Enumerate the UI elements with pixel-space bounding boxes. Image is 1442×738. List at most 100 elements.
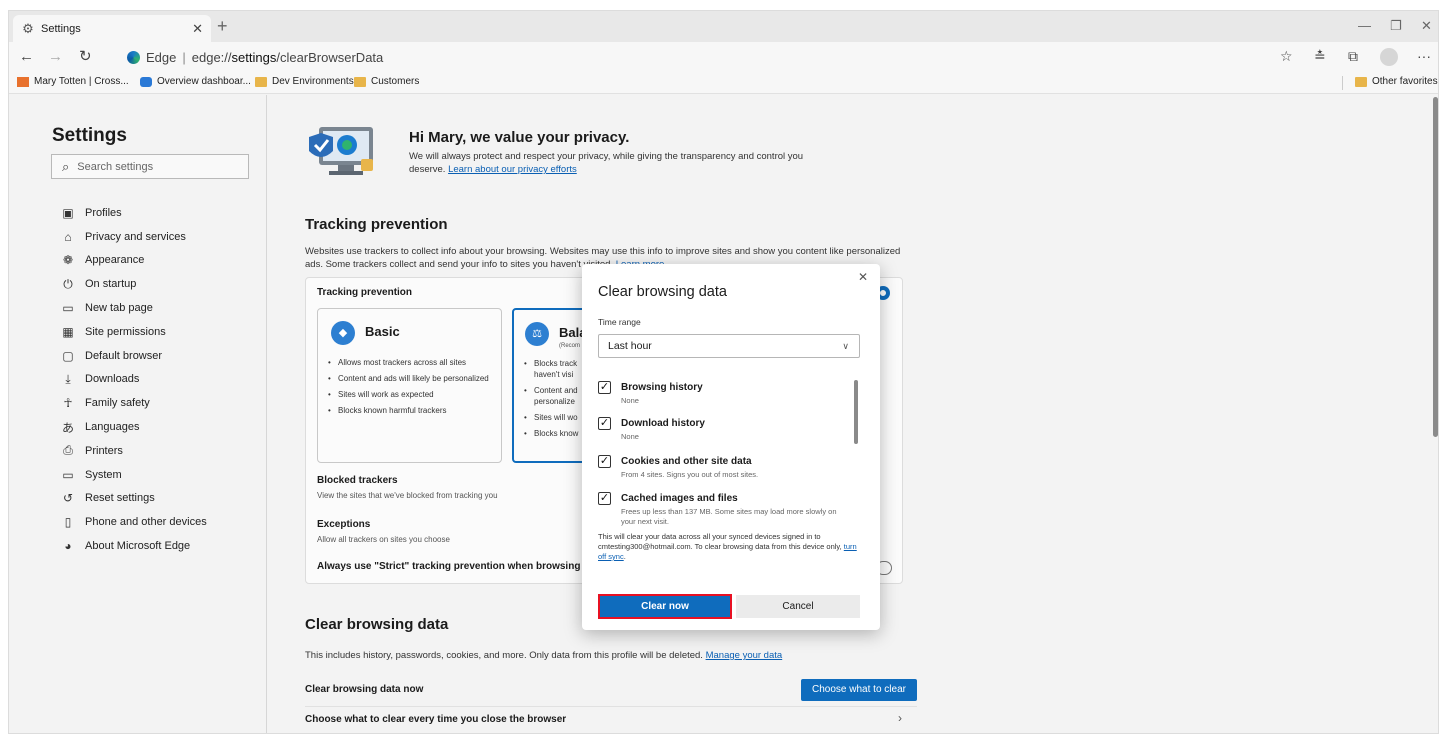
favorite-item[interactable]: Dev Environments: [255, 76, 354, 87]
basic-bullets: Allows most trackers across all sites Co…: [328, 357, 498, 421]
page-scrollbar[interactable]: [1433, 97, 1438, 437]
sidebar-item-label: Downloads: [85, 373, 140, 386]
search-input[interactable]: ⌕ Search settings: [51, 154, 249, 179]
sidebar-item-label: Printers: [85, 444, 123, 457]
sidebar-item-reset[interactable]: ↺ Reset settings: [61, 487, 261, 511]
back-button[interactable]: ←: [19, 48, 34, 66]
sidebar-item-label: Appearance: [85, 254, 145, 267]
collections-icon[interactable]: ⧉: [1348, 48, 1358, 65]
manage-data-link[interactable]: Manage your data: [706, 650, 783, 661]
sidebar-item-downloads[interactable]: ⤓ Downloads: [61, 368, 261, 392]
strict-mode-label: Always use "Strict" tracking prevention …: [317, 561, 586, 572]
address-separator: |: [182, 49, 186, 65]
checkbox-desc: Frees up less than 137 MB. Some sites ma…: [621, 507, 837, 526]
sync-note: This will clear your data across all you…: [598, 532, 864, 562]
checkbox-desc: From 4 sites. Signs you out of most site…: [621, 470, 759, 479]
profile-avatar[interactable]: [1380, 48, 1398, 66]
blocked-trackers-title[interactable]: Blocked trackers: [317, 475, 398, 486]
sidebar-item-privacy[interactable]: ⌂ Privacy and services: [61, 225, 261, 249]
close-tab-icon[interactable]: ✕: [192, 21, 203, 37]
system-icon: ▭: [62, 467, 74, 482]
tab-title: Settings: [41, 22, 81, 35]
sidebar-item-startup[interactable]: ⏻ On startup: [61, 272, 261, 296]
sidebar-item-site-permissions[interactable]: ▦ Site permissions: [61, 320, 261, 344]
clear-description: This includes history, passwords, cookie…: [305, 650, 703, 661]
sidebar-item-profiles[interactable]: ▣ Profiles: [61, 201, 261, 225]
sidebar-item-printers[interactable]: ⎙ Printers: [61, 439, 261, 463]
hero-title: Hi Mary, we value your privacy.: [409, 129, 630, 146]
checkbox-label: Cached images and files: [621, 493, 738, 504]
checkbox-desc: None: [621, 396, 639, 405]
close-window-button[interactable]: ✕: [1421, 18, 1432, 34]
settings-sidebar: Settings ⌕ Search settings ▣ Profiles ⌂ Pr…: [9, 95, 267, 733]
sidebar-item-family-safety[interactable]: ☥ Family safety: [61, 391, 261, 415]
favorite-item[interactable]: Customers: [354, 76, 419, 87]
more-menu-icon[interactable]: ···: [1417, 48, 1431, 64]
bullet: Sites will work as expected: [328, 389, 498, 400]
time-range-label: Time range: [598, 317, 641, 327]
checkbox-label: Cookies and other site data: [621, 456, 752, 467]
sidebar-item-appearance[interactable]: ❁ Appearance: [61, 249, 261, 273]
folder-icon: [1355, 76, 1367, 87]
new-tab-button[interactable]: +: [217, 16, 228, 36]
privacy-efforts-link[interactable]: Learn about our privacy efforts: [448, 164, 577, 175]
favorites-icon[interactable]: ≛: [1314, 48, 1326, 65]
sidebar-item-languages[interactable]: あ Languages: [61, 415, 261, 439]
exceptions-title[interactable]: Exceptions: [317, 519, 370, 530]
sidebar-menu: ▣ Profiles ⌂ Privacy and services ❁ Appeara…: [61, 201, 261, 558]
time-range-select[interactable]: Last hour ∨: [598, 334, 860, 358]
sidebar-item-label: Site permissions: [85, 325, 166, 338]
blocked-trackers-desc: View the sites that we've blocked from t…: [317, 491, 498, 500]
address-bar[interactable]: Edge | edge://settings/clearBrowserData: [127, 47, 457, 67]
time-range-value: Last hour: [608, 340, 652, 352]
tab-settings[interactable]: ⚙ Settings ✕: [13, 15, 211, 42]
address-host: settings: [231, 49, 277, 65]
other-favorites[interactable]: Other favorites: [1355, 76, 1438, 87]
browsing-history-checkbox[interactable]: ✓: [598, 381, 611, 394]
sidebar-item-new-tab[interactable]: ▭ New tab page: [61, 296, 261, 320]
option-name: Basic: [365, 324, 400, 339]
sidebar-item-about[interactable]: ◕ About Microsoft Edge: [61, 534, 261, 558]
favorite-star-icon[interactable]: ☆: [1280, 48, 1293, 65]
favorite-item[interactable]: Mary Totten | Cross...: [17, 76, 129, 87]
close-icon[interactable]: ✕: [858, 270, 868, 284]
choose-what-to-clear-button[interactable]: Choose what to clear: [801, 679, 917, 701]
clear-now-button[interactable]: Clear now: [598, 594, 732, 619]
restore-button[interactable]: ❐: [1390, 18, 1402, 34]
sidebar-item-phone[interactable]: ▯ Phone and other devices: [61, 510, 261, 534]
download-icon: ⤓: [65, 371, 71, 386]
sidebar-item-default-browser[interactable]: ▢ Default browser: [61, 344, 261, 368]
option-sub: (Recom: [559, 343, 581, 349]
note-period: .: [623, 552, 626, 561]
tracking-option-balanced[interactable]: ⚖ Bala (Recom Blocks track haven't visi …: [512, 308, 592, 463]
download-history-checkbox[interactable]: ✓: [598, 417, 611, 430]
address-brand: Edge: [146, 49, 177, 65]
gear-icon: ⚙: [22, 20, 34, 36]
address-path: /clearBrowserData: [276, 49, 384, 65]
sync-note-text: This will clear your data across all you…: [598, 532, 842, 551]
dialog-scrollbar[interactable]: [854, 380, 858, 444]
refresh-button[interactable]: ↻: [79, 48, 92, 66]
clear-on-close-label[interactable]: Choose what to clear every time you clos…: [305, 714, 566, 725]
title-bar: ⚙ Settings ✕ + — ❐ ✕: [9, 11, 1438, 42]
forward-button[interactable]: →: [48, 48, 63, 66]
chevron-down-icon: ∨: [842, 341, 849, 351]
checkbox-label: Browsing history: [621, 382, 703, 393]
checkbox-desc: None: [621, 432, 639, 441]
chevron-right-icon[interactable]: ›: [898, 711, 902, 725]
power-icon: ⏻: [63, 276, 73, 291]
tracking-option-basic[interactable]: ◆ Basic Allows most trackers across all …: [317, 308, 502, 463]
cancel-button[interactable]: Cancel: [736, 595, 860, 618]
favorite-item[interactable]: Overview dashboar...: [140, 76, 251, 87]
phone-icon: ▯: [64, 515, 72, 530]
sidebar-item-system[interactable]: ▭ System: [61, 463, 261, 487]
folder-icon: [354, 76, 366, 87]
minimize-button[interactable]: —: [1358, 18, 1371, 33]
card-title: Tracking prevention: [317, 287, 413, 298]
cache-checkbox[interactable]: ✓: [598, 492, 611, 505]
sidebar-item-label: New tab page: [85, 302, 153, 315]
cookies-checkbox[interactable]: ✓: [598, 455, 611, 468]
permissions-icon: ▦: [62, 324, 74, 339]
folder-icon: [255, 76, 267, 87]
sidebar-item-label: On startup: [85, 278, 137, 291]
